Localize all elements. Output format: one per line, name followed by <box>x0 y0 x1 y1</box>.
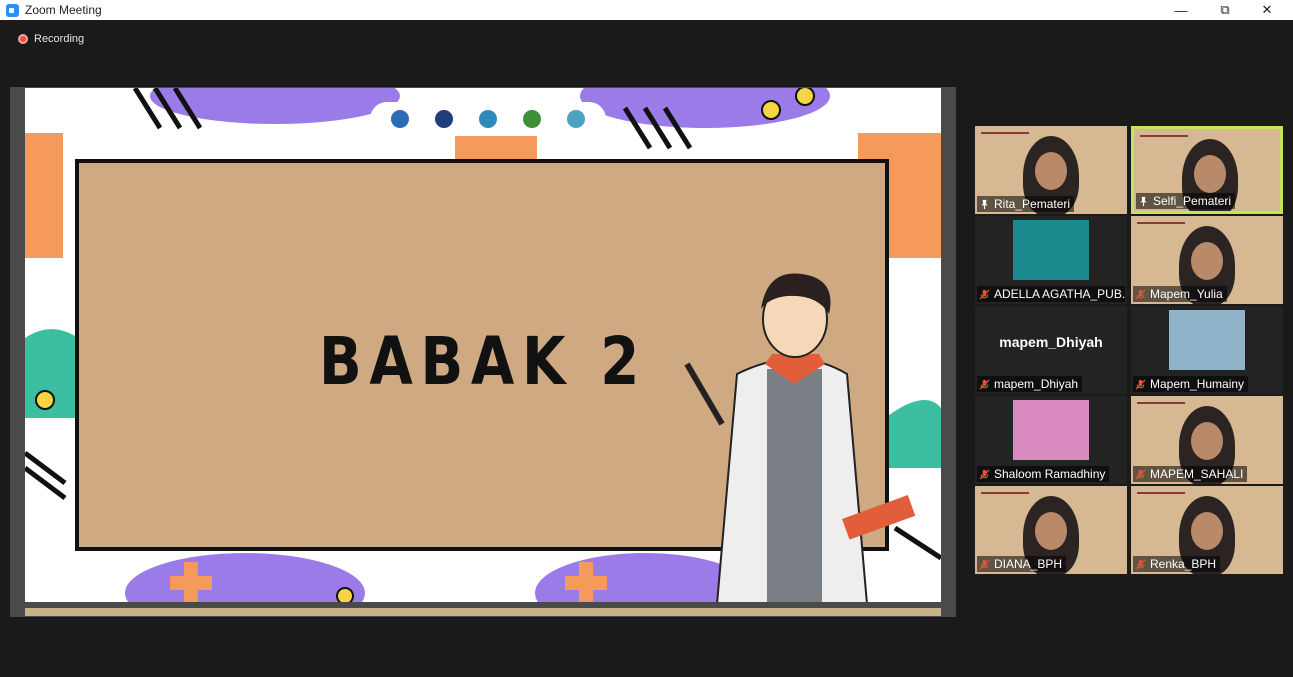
participant-face <box>1035 152 1067 190</box>
participant-namebar: Selfi_Pemateri <box>1136 193 1236 209</box>
organization-logo <box>435 110 453 128</box>
participant-tile[interactable]: Shaloom Ramadhiny <box>975 396 1127 484</box>
participant-namebar: MAPEM_SAHALI <box>1133 466 1248 482</box>
slide-heading: BABAK 2 <box>319 323 647 400</box>
partner-logo <box>567 110 585 128</box>
sponsor-logos <box>370 102 606 136</box>
close-icon: ✕ <box>1261 2 1273 17</box>
participant-face <box>1191 422 1223 460</box>
participant-face <box>1194 155 1226 193</box>
participant-face <box>1035 512 1067 550</box>
participant-tile[interactable]: Selfi_Pemateri <box>1131 126 1283 214</box>
participant-namebar: ADELLA AGATHA_PUB... <box>977 286 1125 302</box>
participant-name: Mapem_Yulia <box>1150 287 1223 301</box>
participant-tile[interactable]: Rita_Pemateri <box>975 126 1127 214</box>
participant-name: Shaloom Ramadhiny <box>994 467 1106 481</box>
participant-namebar: Mapem_Yulia <box>1133 286 1227 302</box>
participant-face <box>1191 242 1223 280</box>
mic-muted-icon <box>979 378 990 390</box>
participant-namebar: Rita_Pemateri <box>977 196 1075 212</box>
participant-tile[interactable]: ADELLA AGATHA_PUB... <box>975 216 1127 304</box>
minimize-icon: — <box>1174 2 1188 18</box>
fossei-logo <box>479 110 497 128</box>
participant-photo <box>1169 310 1245 370</box>
pin-icon <box>1138 196 1149 207</box>
participant-namebar: Shaloom Ramadhiny <box>977 466 1110 482</box>
participant-tile[interactable]: DIANA_BPH <box>975 486 1127 574</box>
shared-slide: BABAK 2 <box>25 88 941 602</box>
mic-muted-icon <box>979 288 990 300</box>
participant-namebar: DIANA_BPH <box>977 556 1067 572</box>
recording-indicator[interactable]: Recording <box>18 33 84 45</box>
window-title: Zoom Meeting <box>25 3 102 17</box>
participant-tile[interactable]: Mapem_Humainy <box>1131 306 1283 394</box>
participant-tile[interactable]: Renka_BPH <box>1131 486 1283 574</box>
participant-name: Rita_Pemateri <box>994 197 1071 211</box>
participant-display-name: mapem_Dhiyah <box>999 334 1103 350</box>
record-icon <box>18 34 28 44</box>
community-logo <box>523 110 541 128</box>
mic-muted-icon <box>1135 288 1146 300</box>
participant-photo <box>1013 220 1089 280</box>
participant-namebar: mapem_Dhiyah <box>977 376 1083 392</box>
participant-namebar: Mapem_Humainy <box>1133 376 1249 392</box>
pin-icon <box>979 199 990 210</box>
mic-muted-icon <box>979 468 990 480</box>
participant-photo <box>1013 400 1089 460</box>
participant-namebar: Renka_BPH <box>1133 556 1221 572</box>
recording-label: Recording <box>34 33 85 45</box>
participant-tile[interactable]: mapem_Dhiyah mapem_Dhiyah <box>975 306 1127 394</box>
zoom-app-icon <box>6 3 19 17</box>
participant-tile[interactable]: Mapem_Yulia <box>1131 216 1283 304</box>
participant-name: Selfi_Pemateri <box>1153 194 1232 208</box>
restore-icon: ⧉ <box>1220 2 1230 17</box>
window-titlebar: Zoom Meeting — ⧉ ✕ <box>0 0 1293 20</box>
participant-name: Renka_BPH <box>1150 557 1217 571</box>
participant-tile[interactable]: MAPEM_SAHALI <box>1131 396 1283 484</box>
mic-muted-icon <box>979 558 990 570</box>
participant-name: MAPEM_SAHALI <box>1150 467 1244 481</box>
university-logo <box>391 110 409 128</box>
participant-name: mapem_Dhiyah <box>994 377 1079 391</box>
participant-name: Mapem_Humainy <box>1150 377 1245 391</box>
presenter-illustration <box>684 273 916 602</box>
restore-button[interactable]: ⧉ <box>1203 0 1247 20</box>
mic-muted-icon <box>1135 558 1146 570</box>
mic-muted-icon <box>1135 378 1146 390</box>
mic-muted-icon <box>1135 468 1146 480</box>
participant-face <box>1191 512 1223 550</box>
participant-name: ADELLA AGATHA_PUB... <box>994 287 1125 301</box>
next-slide-edge <box>25 608 941 616</box>
meeting-window: Recording BABAK 2 Rita_Pemateri Selfi_Pe… <box>5 20 1293 677</box>
close-button[interactable]: ✕ <box>1245 0 1289 20</box>
minimize-button[interactable]: — <box>1159 0 1203 20</box>
participant-name: DIANA_BPH <box>994 557 1063 571</box>
